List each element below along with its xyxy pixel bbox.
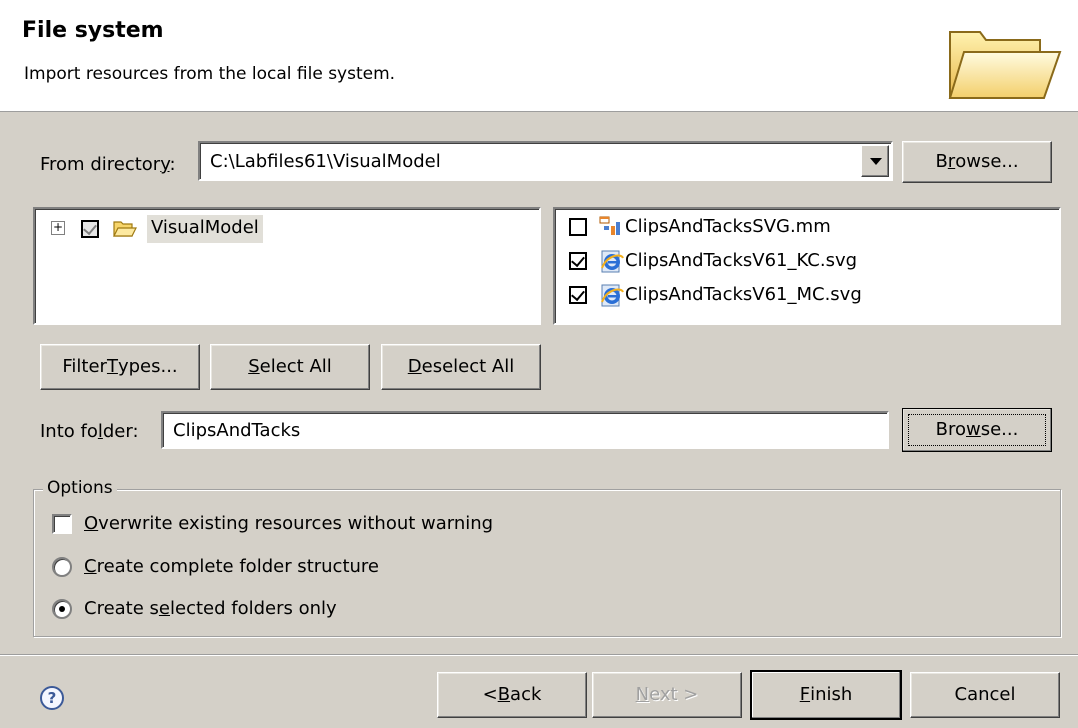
folder-open-icon — [113, 221, 137, 237]
options-legend: Options — [43, 478, 117, 498]
combo-dropdown-arrow-icon[interactable] — [861, 145, 889, 177]
wizard-header: File system Import resources from the lo… — [0, 0, 1078, 112]
filter-types-label: Filter Types... — [62, 356, 178, 377]
cancel-label: Cancel — [954, 684, 1016, 705]
file-checkbox[interactable] — [569, 286, 587, 304]
from-directory-label-text: From director — [40, 154, 161, 175]
folder-banner-icon — [948, 31, 1062, 99]
overwrite-checkbox[interactable] — [52, 514, 72, 534]
page-description: Import resources from the local file sys… — [24, 64, 396, 84]
tree-item-label[interactable]: VisualModel — [147, 215, 263, 243]
file-item-label[interactable]: ClipsAndTacksSVG.mm — [625, 216, 831, 246]
tree-expand-icon[interactable]: + — [51, 221, 65, 235]
from-directory-label: From directory: — [40, 154, 176, 175]
from-directory-combo[interactable]: C:\Labfiles61\VisualModel — [198, 141, 893, 181]
into-folder-browse-button[interactable]: Browse... — [902, 408, 1052, 452]
file-checkbox[interactable] — [569, 218, 587, 236]
from-directory-label-colon: : — [169, 154, 176, 175]
help-icon[interactable]: ? — [40, 686, 64, 710]
file-list[interactable]: ClipsAndTacksSVG.mm ClipsAndTacksV61_KC.… — [553, 207, 1061, 325]
overwrite-label[interactable]: Overwrite existing resources without war… — [84, 513, 493, 534]
ie-document-icon — [601, 284, 624, 307]
tree-item-checkbox[interactable] — [81, 220, 99, 238]
back-label: < Back — [482, 684, 542, 705]
into-folder-label: Into folder: — [40, 421, 139, 442]
deselect-all-label: Deselect All — [407, 356, 515, 377]
complete-folder-label[interactable]: Create complete folder structure — [84, 556, 379, 577]
footer-separator — [0, 654, 1078, 656]
selected-folders-label[interactable]: Create selected folders only — [84, 598, 337, 619]
model-file-icon — [599, 216, 620, 235]
complete-folder-radio[interactable] — [52, 557, 72, 577]
file-item-label[interactable]: ClipsAndTacksV61_MC.svg — [625, 284, 862, 314]
from-directory-value[interactable]: C:\Labfiles61\VisualModel — [210, 151, 441, 172]
next-label: Next > — [635, 684, 699, 705]
into-folder-label-text: Into fo — [40, 421, 98, 442]
file-item-label[interactable]: ClipsAndTacksV61_KC.svg — [625, 250, 857, 280]
back-button[interactable]: < Back — [437, 672, 587, 718]
deselect-all-button[interactable]: Deselect All — [381, 344, 541, 390]
browse-label: Browse... — [935, 151, 1019, 172]
finish-label: Finish — [799, 684, 853, 705]
cancel-button[interactable]: Cancel — [910, 672, 1060, 718]
file-checkbox[interactable] — [569, 252, 587, 270]
folder-tree[interactable]: + VisualModel — [33, 207, 541, 325]
select-all-label: Select All — [248, 356, 332, 377]
into-folder-label-colon: der: — [102, 421, 139, 442]
selected-folders-radio[interactable] — [52, 599, 72, 619]
finish-button[interactable]: Finish — [750, 670, 902, 720]
page-title: File system — [22, 18, 164, 43]
next-button[interactable]: Next > — [592, 672, 742, 718]
from-directory-browse-button[interactable]: Browse... — [902, 141, 1052, 183]
browse-label: Browse... — [935, 419, 1019, 440]
filter-types-button[interactable]: Filter Types... — [40, 344, 200, 390]
from-directory-mnemonic: y — [160, 154, 170, 175]
select-all-button[interactable]: Select All — [210, 344, 370, 390]
into-folder-input[interactable]: ClipsAndTacks — [161, 411, 889, 449]
into-folder-value[interactable]: ClipsAndTacks — [173, 420, 300, 441]
ie-document-icon — [601, 250, 624, 273]
